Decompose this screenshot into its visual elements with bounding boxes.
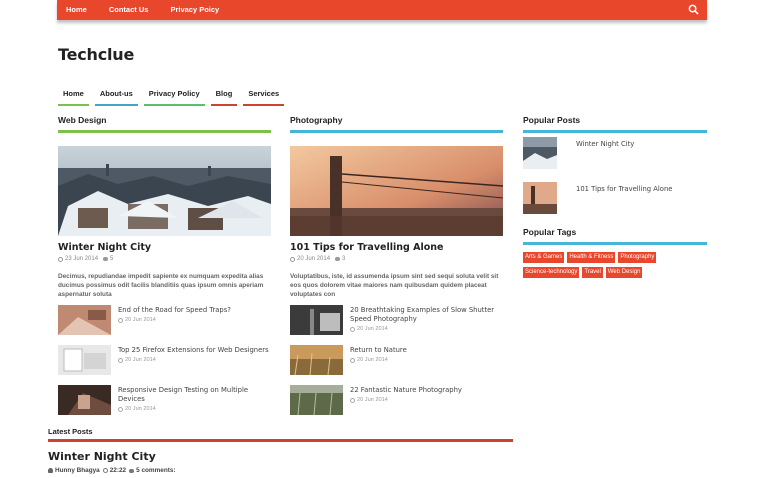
post-title[interactable]: Top 25 Firefox Extensions for Web Design… [118, 346, 269, 355]
top-nav-contact[interactable]: Contact Us [109, 5, 149, 14]
clock-icon [290, 256, 295, 262]
post-author[interactable]: Hunny Bhagya [55, 467, 100, 474]
post-date: 20 Jun 2014 [357, 326, 388, 332]
post-title[interactable]: Responsive Design Testing on Multiple De… [118, 386, 271, 404]
top-nav: Home Contact Us Privacy Poicy [66, 5, 241, 14]
featured-image-travel[interactable] [290, 146, 503, 236]
post-thumbnail[interactable] [58, 345, 111, 375]
post-date: 20 Jun 2014 [357, 357, 388, 363]
comment-icon [335, 257, 341, 261]
post-list: End of the Road for Speed Traps? 20 Jun … [58, 305, 271, 425]
photography-section: Photography 101 Tips for Travelling Alon… [290, 115, 503, 425]
list-item: 20 Breathtaking Examples of Slow Shutter… [290, 305, 503, 345]
clock-icon [58, 256, 63, 262]
tag-web-design[interactable]: Web Design [605, 267, 643, 278]
featured-post-title[interactable]: Winter Night City [58, 242, 271, 253]
top-nav-home[interactable]: Home [66, 5, 87, 14]
post-date: 23 Jun 2014 [65, 256, 99, 262]
popular-tags-title: Popular Tags [523, 227, 707, 245]
post-thumbnail[interactable] [58, 305, 111, 335]
post-date: 20 Jun 2014 [125, 317, 156, 323]
popular-post-thumbnail[interactable] [523, 137, 557, 169]
post-title[interactable]: 20 Breathtaking Examples of Slow Shutter… [350, 306, 503, 324]
tag-photography[interactable]: Photography [618, 252, 657, 263]
tag-science-technology[interactable]: Science-technology [523, 267, 580, 278]
list-item: End of the Road for Speed Traps? 20 Jun … [58, 305, 271, 345]
section-title-web-design[interactable]: Web Design [58, 115, 271, 133]
comment-count[interactable]: 5 [110, 256, 113, 262]
clock-icon [350, 397, 355, 403]
main-nav-blog[interactable]: Blog [210, 86, 238, 106]
post-date: 20 Jun 2014 [357, 397, 388, 403]
post-list: 20 Breathtaking Examples of Slow Shutter… [290, 305, 503, 425]
clock-icon [118, 317, 123, 323]
post-title[interactable]: Return to Nature [350, 346, 407, 355]
post-thumbnail[interactable] [290, 385, 343, 415]
latest-post-title[interactable]: Winter Night City [48, 450, 513, 463]
tag-arts-games[interactable]: Arts & Games [523, 252, 565, 263]
popular-post-item: 101 Tips for Travelling Alone [523, 182, 707, 227]
main-nav-home[interactable]: Home [58, 86, 89, 106]
search-icon[interactable] [688, 4, 699, 15]
latest-posts-section: Latest Posts Winter Night City Hunny Bha… [48, 427, 513, 474]
post-thumbnail[interactable] [58, 385, 111, 415]
post-thumbnail[interactable] [290, 345, 343, 375]
post-title[interactable]: End of the Road for Speed Traps? [118, 306, 231, 315]
post-date: 20 Jun 2014 [125, 406, 156, 412]
post-thumbnail[interactable] [290, 305, 343, 335]
main-nav-about[interactable]: About-us [94, 86, 138, 106]
featured-post-meta: 20 Jun 2014 3 [290, 256, 503, 262]
list-item: Return to Nature 20 Jun 2014 [290, 345, 503, 385]
list-item: Responsive Design Testing on Multiple De… [58, 385, 271, 425]
main-nav: Home About-us Privacy Policy Blog Servic… [58, 86, 290, 106]
clock-icon [118, 406, 123, 412]
section-title-photography[interactable]: Photography [290, 115, 503, 133]
comment-icon [129, 468, 135, 473]
main-nav-services[interactable]: Services [243, 86, 285, 106]
popular-tags-widget: Popular Tags Arts & Games Health & Fitne… [523, 227, 707, 282]
list-item: 22 Fantastic Nature Photography 20 Jun 2… [290, 385, 503, 425]
popular-post-item: Winter Night City [523, 137, 707, 182]
clock-icon [350, 357, 355, 363]
user-icon [48, 468, 53, 473]
popular-post-title[interactable]: 101 Tips for Travelling Alone [576, 185, 672, 193]
popular-posts-title: Popular Posts [523, 115, 707, 133]
clock-icon [350, 326, 355, 332]
post-date: 20 Jun 2014 [125, 357, 156, 363]
post-date: 20 Jun 2014 [297, 256, 331, 262]
latest-post-meta: Hunny Bhagya 22:22 5 comments: [48, 467, 513, 474]
featured-post-meta: 23 Jun 2014 5 [58, 256, 271, 262]
latest-posts-title: Latest Posts [48, 427, 513, 442]
tag-travel[interactable]: Travel [582, 267, 603, 278]
top-bar: Home Contact Us Privacy Poicy [57, 0, 707, 20]
post-comments[interactable]: 5 comments: [136, 467, 175, 474]
popular-post-title[interactable]: Winter Night City [576, 140, 634, 148]
top-nav-privacy[interactable]: Privacy Poicy [170, 5, 219, 14]
web-design-section: Web Design Winter Night City 23 Jun 2014 [58, 115, 271, 425]
main-nav-privacy[interactable]: Privacy Policy [143, 86, 205, 106]
clock-icon [118, 357, 123, 363]
popular-post-thumbnail[interactable] [523, 182, 557, 214]
featured-post-excerpt: Decimus, repudiandae impedit sapiente ex… [58, 273, 264, 298]
clock-icon [102, 468, 108, 473]
tag-health-fitness[interactable]: Health & Fitness [567, 252, 616, 263]
comment-icon [103, 257, 109, 261]
site-title[interactable]: Techclue [58, 45, 134, 64]
featured-post-title[interactable]: 101 Tips for Travelling Alone [290, 242, 503, 253]
post-time: 22:22 [109, 467, 127, 474]
popular-posts-widget: Popular Posts Winter Night City 101 Tips… [523, 115, 707, 227]
featured-post-excerpt: Voluptatibus, iste, id assumenda ipsum s… [290, 273, 499, 298]
featured-image-winter-city[interactable] [58, 146, 271, 236]
list-item: Top 25 Firefox Extensions for Web Design… [58, 345, 271, 385]
tag-cloud: Arts & Games Health & Fitness Photograph… [523, 252, 707, 282]
comment-count[interactable]: 3 [342, 256, 345, 262]
post-title[interactable]: 22 Fantastic Nature Photography [350, 386, 462, 395]
